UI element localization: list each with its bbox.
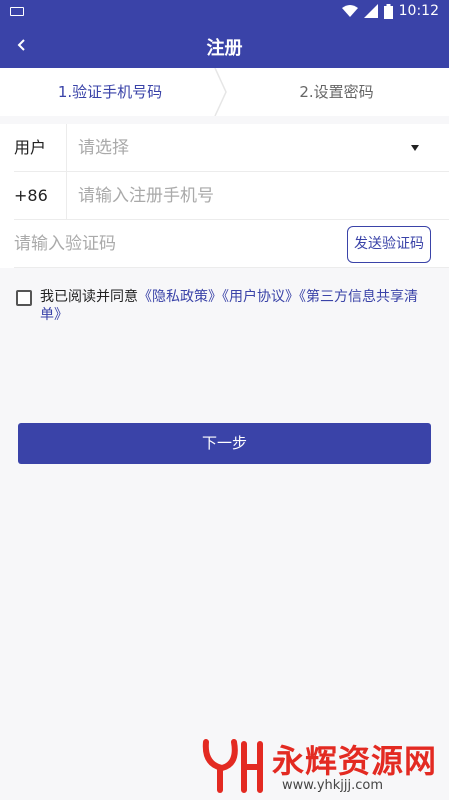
verification-code-input[interactable]: 请输入验证码 (14, 220, 116, 268)
agree-checkbox[interactable] (16, 290, 32, 306)
step-indicator: 1.验证手机号码 2.设置密码 (0, 68, 449, 116)
privacy-policy-link[interactable]: 《隐私政策》 (138, 289, 222, 305)
watermark-logo-icon (202, 739, 263, 793)
status-bar: 10:12 (0, 0, 449, 23)
status-time: 10:12 (398, 3, 439, 19)
send-code-button[interactable]: 发送验证码 (347, 226, 431, 263)
step-verify-phone: 1.验证手机号码 (57, 83, 163, 101)
watermark: 永辉资源网 www.yhkjjj.com (200, 734, 440, 794)
phone-input[interactable]: 请输入注册手机号 (78, 172, 378, 220)
watermark-url: www.yhkjjj.com (282, 778, 384, 793)
country-code[interactable]: +86 (14, 172, 48, 220)
divider (66, 124, 67, 172)
agreement-text: 我已阅读并同意《隐私政策》《用户协议》《第三方信息共享清单》 (40, 288, 436, 324)
signal-icon (363, 4, 378, 18)
divider (66, 172, 67, 220)
phone-row: +86 请输入注册手机号 (14, 172, 449, 220)
page-title: 注册 (206, 38, 243, 59)
user-row: 用户 请选择 (14, 124, 449, 172)
keyboard-icon (10, 7, 24, 16)
user-label: 用户 (14, 138, 47, 157)
user-select[interactable]: 请选择 (78, 124, 378, 172)
battery-icon (383, 3, 393, 19)
caret-down-icon[interactable] (411, 145, 419, 151)
user-agreement-link[interactable]: 《用户协议》 (222, 289, 299, 305)
watermark-text: 永辉资源网 (272, 742, 438, 780)
wifi-icon (341, 5, 358, 17)
code-row: 请输入验证码 发送验证码 (14, 220, 449, 268)
app-header: 注册 (0, 23, 449, 68)
agreement-prefix: 我已阅读并同意 (40, 289, 138, 305)
register-form: 用户 请选择 +86 请输入注册手机号 请输入验证码 发送验证码 (0, 124, 449, 268)
next-button[interactable]: 下一步 (18, 423, 431, 464)
agreement: 我已阅读并同意《隐私政策》《用户协议》《第三方信息共享清单》 (16, 288, 436, 324)
step-set-password: 2.设置密码 (299, 83, 374, 101)
